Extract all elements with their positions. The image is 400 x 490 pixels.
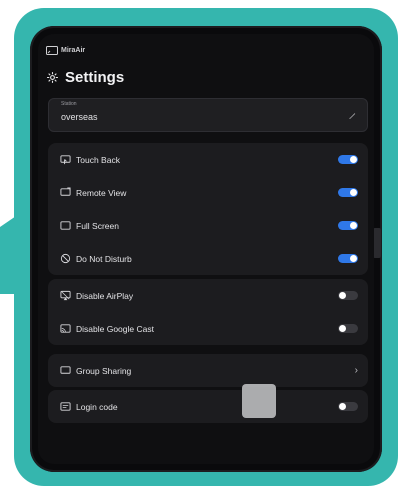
full-screen-icon (60, 221, 71, 230)
gear-icon (47, 72, 58, 83)
station-field[interactable]: Station overseas (48, 98, 368, 132)
remote-view-toggle[interactable] (338, 188, 358, 197)
remote-view-icon (60, 187, 71, 196)
do-not-disturb-icon (60, 253, 71, 264)
tablet-side-button (373, 228, 381, 258)
setting-label: Group Sharing (76, 365, 132, 376)
setting-row-touch-back[interactable]: Touch Back (48, 143, 368, 176)
setting-row-disable-google-cast[interactable]: Disable Google Cast (48, 312, 368, 345)
setting-row-remote-view[interactable]: Remote View (48, 176, 368, 209)
google-cast-icon (60, 324, 71, 333)
display-settings-card: Touch Back Remote View Full Screen Do No… (48, 143, 368, 275)
login-code-card: Login code (48, 390, 368, 423)
cast-settings-card: Disable AirPlay Disable Google Cast (48, 279, 368, 345)
setting-label: Full Screen (76, 220, 119, 231)
disable-google-cast-toggle[interactable] (338, 324, 358, 333)
setting-row-do-not-disturb[interactable]: Do Not Disturb (48, 242, 368, 275)
setting-label: Remote View (76, 187, 127, 198)
setting-label: Login code (76, 401, 118, 412)
setting-label: Disable Google Cast (76, 323, 154, 334)
page-title: Settings (65, 69, 125, 86)
settings-screen: MiraAir Settings Station overseas Touch … (38, 34, 374, 464)
setting-label: Touch Back (76, 154, 120, 165)
touch-back-toggle[interactable] (338, 155, 358, 164)
login-code-toggle[interactable] (338, 402, 358, 411)
cast-screen-icon (46, 46, 58, 55)
page-header: Settings (46, 69, 124, 86)
touch-back-icon (60, 155, 71, 165)
group-sharing-icon (60, 366, 71, 374)
touch-indicator (242, 384, 276, 418)
setting-label: Do Not Disturb (76, 253, 132, 264)
brand-name: MiraAir (61, 47, 86, 54)
station-value: overseas (61, 112, 98, 122)
setting-row-disable-airplay[interactable]: Disable AirPlay (48, 279, 368, 312)
group-sharing-card: Group Sharing › (48, 354, 368, 387)
station-label: Station (61, 101, 77, 107)
airplay-icon (60, 290, 71, 301)
setting-row-group-sharing[interactable]: Group Sharing › (48, 354, 368, 387)
app-brand: MiraAir (46, 46, 85, 55)
disable-airplay-toggle[interactable] (338, 291, 358, 300)
chevron-right-icon: › (354, 365, 358, 376)
setting-row-full-screen[interactable]: Full Screen (48, 209, 368, 242)
setting-row-login-code[interactable]: Login code (48, 390, 368, 423)
login-code-icon (60, 402, 71, 411)
edit-pencil-icon[interactable] (348, 111, 357, 120)
setting-label: Disable AirPlay (76, 290, 134, 301)
do-not-disturb-toggle[interactable] (338, 254, 358, 263)
full-screen-toggle[interactable] (338, 221, 358, 230)
